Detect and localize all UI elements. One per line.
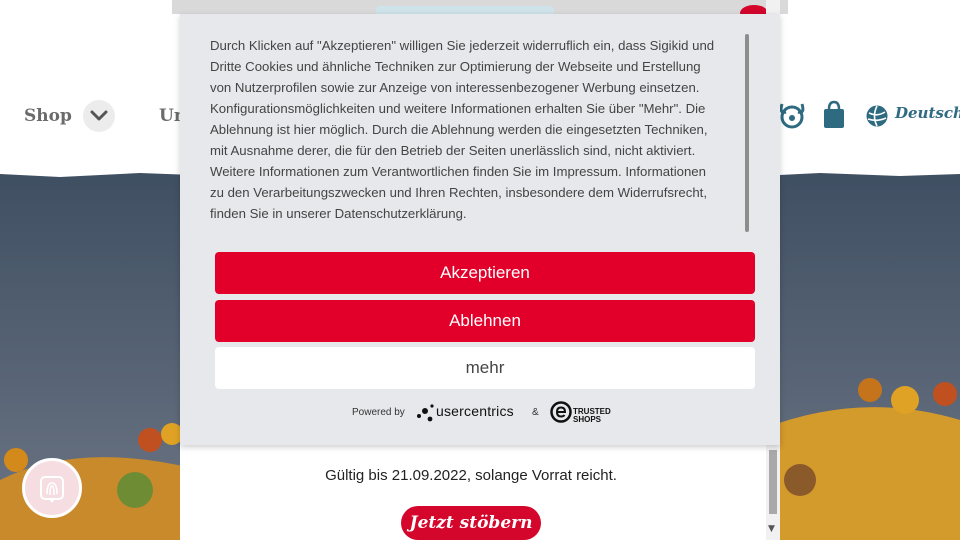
- usercentrics-logo[interactable]: [416, 402, 438, 424]
- trusted-line-2: SHOPS: [573, 415, 602, 424]
- globe-icon[interactable]: [865, 104, 889, 132]
- bunny-icon[interactable]: [776, 100, 806, 134]
- promo-cta-button[interactable]: Jetzt stöbern: [401, 506, 541, 540]
- shopping-bag-icon[interactable]: [823, 100, 845, 134]
- cookie-consent-dialog: Durch Klicken auf "Akzeptieren" willigen…: [180, 14, 780, 445]
- scroll-down-arrow-icon[interactable]: ▼: [768, 524, 775, 534]
- decline-button[interactable]: Ablehnen: [215, 300, 755, 342]
- powered-by-label: Powered by: [352, 407, 405, 418]
- language-switcher[interactable]: Deutsch: [895, 104, 960, 122]
- promo-validity-text: Gültig bis 21.09.2022, solange Vorrat re…: [325, 467, 617, 484]
- trusted-shops-wordmark: TRUSTED SHOPS: [573, 408, 611, 424]
- nav-shop-toggle[interactable]: [83, 100, 115, 132]
- nav-shop[interactable]: Shop: [24, 106, 72, 126]
- more-button[interactable]: mehr: [215, 347, 755, 389]
- consent-text-scrollbar[interactable]: [745, 34, 749, 232]
- accept-button[interactable]: Akzeptieren: [215, 252, 755, 294]
- chevron-down-icon: [90, 110, 108, 121]
- consent-text: Durch Klicken auf "Akzeptieren" willigen…: [210, 38, 715, 221]
- scrollbar-thumb[interactable]: [769, 450, 777, 514]
- privacy-settings-button[interactable]: [22, 458, 82, 518]
- autumn-hill-right: [760, 378, 960, 540]
- usercentrics-wordmark: usercentrics: [436, 403, 514, 419]
- trusted-shops-logo[interactable]: [550, 401, 572, 423]
- ampersand: &: [532, 407, 539, 418]
- fingerprint-icon: [40, 476, 64, 503]
- promo-card: Gültig bis 21.09.2022, solange Vorrat re…: [180, 440, 766, 540]
